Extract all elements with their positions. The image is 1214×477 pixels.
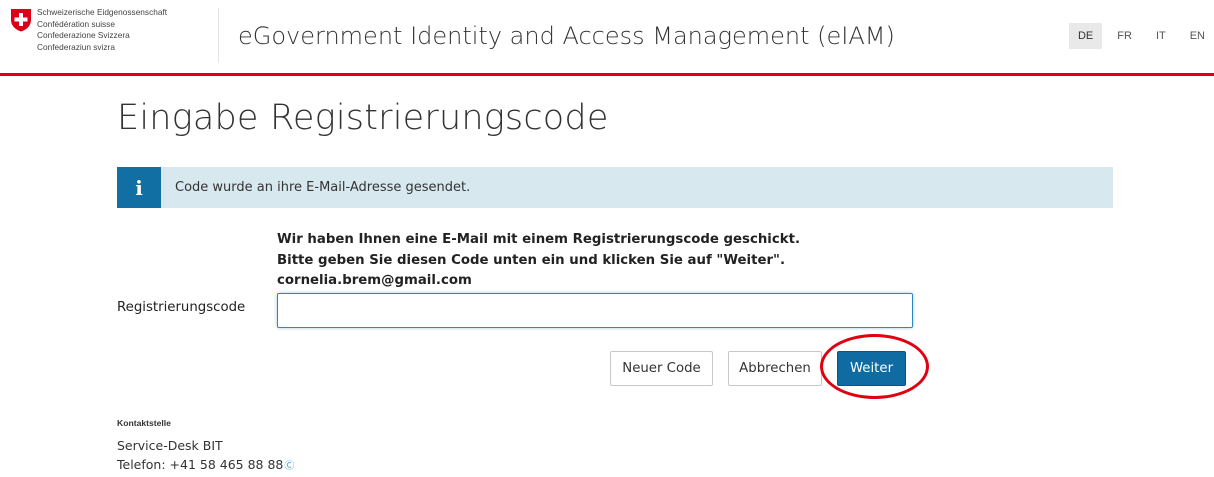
- contact-phone-row: Telefon: +41 58 465 88 88Ⓒ: [117, 457, 294, 472]
- confederation-line-it: Confederazione Svizzera: [37, 30, 130, 40]
- page-title: Eingabe Registrierungscode: [117, 98, 609, 138]
- language-switcher: DE FR IT EN: [1063, 23, 1214, 49]
- instruction-line-1: Wir haben Ihnen eine E-Mail mit einem Re…: [277, 232, 800, 247]
- instructions: Wir haben Ihnen eine E-Mail mit einem Re…: [277, 230, 800, 292]
- contact-heading: Kontaktstelle: [117, 418, 171, 428]
- contact-phone: Telefon: +41 58 465 88 88: [117, 457, 284, 472]
- language-en[interactable]: EN: [1181, 23, 1214, 49]
- confederation-line-rm: Confederaziun svizra: [37, 41, 115, 52]
- header-divider: [218, 8, 219, 63]
- email-address: cornelia.brem@gmail.com: [277, 273, 472, 288]
- confederation-line-fr: Confédération suisse: [37, 18, 115, 29]
- site-header: Schweizerische Eidgenossenschaft Confédé…: [0, 0, 1214, 76]
- registration-code-input[interactable]: [277, 293, 913, 328]
- info-icon: i: [117, 167, 161, 208]
- language-fr[interactable]: FR: [1108, 23, 1141, 49]
- contact-name: Service-Desk BIT: [117, 438, 223, 453]
- cancel-button[interactable]: Abbrechen: [728, 351, 822, 386]
- alert-message: Code wurde an ihre E-Mail-Adresse gesend…: [175, 180, 471, 195]
- app-title: eGovernment Identity and Access Manageme…: [238, 22, 895, 50]
- info-alert: i Code wurde an ihre E-Mail-Adresse gese…: [117, 167, 1113, 208]
- confederation-line-de: Schweizerische Eidgenossenschaft: [37, 7, 168, 17]
- phone-call-icon[interactable]: Ⓒ: [284, 457, 294, 472]
- language-it[interactable]: IT: [1147, 23, 1175, 49]
- registration-code-label: Registrierungscode: [117, 300, 246, 315]
- confederation-name: Schweizerische Eidgenossenschaft Confédé…: [37, 7, 167, 53]
- next-button[interactable]: Weiter: [837, 351, 906, 386]
- swiss-coat-of-arms-icon[interactable]: [10, 8, 32, 32]
- instruction-line-2: Bitte geben Sie diesen Code unten ein un…: [277, 252, 786, 268]
- new-code-button[interactable]: Neuer Code: [610, 351, 713, 386]
- language-de[interactable]: DE: [1068, 23, 1103, 49]
